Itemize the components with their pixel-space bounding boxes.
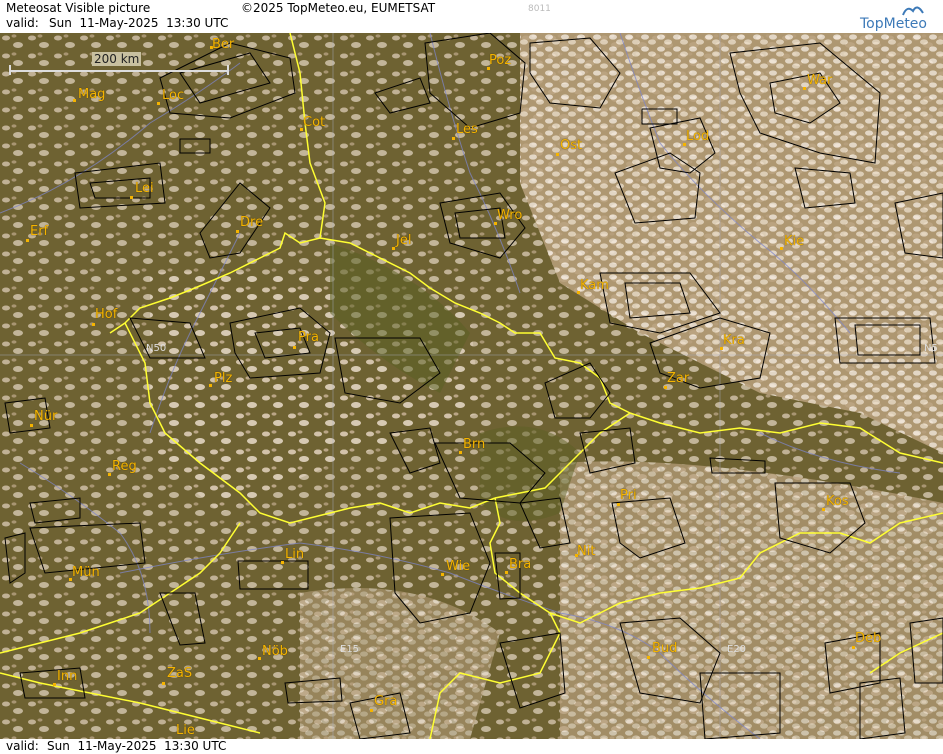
city-bra: Bra [509, 557, 532, 572]
city-marker [852, 646, 855, 649]
city-marker [459, 451, 462, 454]
city-deb: Deb [855, 631, 882, 646]
product-code: 8011 [528, 4, 551, 14]
copyright-text: ©2025 TopMeteo.eu, EUMETSAT [241, 1, 436, 15]
city-cot: Cot [303, 115, 326, 130]
lon-label-e20: E20 [727, 644, 747, 655]
city-marker [209, 384, 212, 387]
city-marker [281, 561, 284, 564]
city-marker [664, 386, 667, 389]
city-ost: Ost [560, 138, 583, 153]
city-nur: Nür [34, 409, 58, 424]
city-marker [556, 153, 559, 156]
city-pri: Pri [620, 488, 637, 503]
city-marker [108, 473, 111, 476]
city-marker [130, 196, 133, 199]
city-lie: Lie [176, 723, 195, 738]
lon-label-e15: E15 [340, 644, 360, 655]
city-marker [647, 656, 650, 659]
city-marker [505, 571, 508, 574]
city-mun: Mün [72, 565, 100, 580]
city-pra: Pra [298, 330, 319, 345]
city-marker [822, 508, 825, 511]
city-gra: Gra [374, 694, 398, 709]
map-canvas [0, 33, 943, 739]
city-marker [30, 424, 33, 427]
scale-label: 200 km [92, 52, 142, 66]
city-plz: Plz [214, 371, 233, 386]
city-les: Les [456, 122, 478, 137]
valid-time: Sun 11-May-2025 13:30 UTC [49, 16, 229, 30]
satellite-map: 200 km N50 N5 E15 E20 Ber Mag Loc Cot Po… [0, 33, 943, 739]
city-lei: Lei [135, 181, 154, 196]
footer-valid-time: Sun 11-May-2025 13:30 UTC [47, 739, 227, 753]
city-brn: Brn [463, 437, 486, 452]
city-jel: Jel [396, 233, 412, 248]
logo-icon [902, 6, 924, 16]
product-title: Meteosat Visible picture [6, 1, 151, 15]
city-marker [452, 137, 455, 140]
city-marker [293, 346, 296, 349]
lat-label-n50-right: N5 [924, 343, 938, 354]
city-marker [392, 247, 395, 250]
footer-bar: valid: Sun 11-May-2025 13:30 UTC [0, 739, 943, 754]
valid-label: valid: [6, 16, 39, 30]
city-kie: Kie [784, 234, 805, 249]
city-marker [780, 247, 783, 250]
city-nit: Nit [577, 544, 596, 559]
city-erf: Erf [30, 224, 49, 239]
city-marker [258, 657, 261, 660]
city-marker [162, 682, 165, 685]
city-zas: ZaS [167, 666, 193, 681]
city-kos: Kos [826, 494, 849, 509]
city-marker [73, 99, 76, 102]
city-bud: Bud [652, 641, 678, 656]
city-reg: Reg [112, 459, 137, 474]
city-inn: Inn [57, 669, 78, 684]
city-poz: Poz [489, 53, 512, 68]
city-marker [441, 573, 444, 576]
city-war: War [807, 73, 833, 88]
city-zar: Zar [667, 371, 690, 386]
city-lod: Lod [686, 129, 710, 144]
city-marker [92, 323, 95, 326]
city-kam: Kam [580, 278, 609, 293]
city-marker [236, 230, 239, 233]
city-mag: Mag [78, 87, 106, 102]
city-wie: Wie [446, 559, 471, 574]
city-marker [53, 683, 56, 686]
city-marker [370, 709, 373, 712]
city-dre: Dre [240, 215, 264, 230]
city-marker [617, 503, 620, 506]
city-kra: Kra [723, 333, 745, 348]
city-marker [157, 102, 160, 105]
logo-text: TopMeteo [860, 16, 927, 32]
city-ber: Ber [212, 37, 235, 52]
header-bar: Meteosat Visible picture ©2025 TopMeteo.… [0, 0, 943, 34]
city-lin: Lin [285, 547, 305, 562]
city-loc: Loc [162, 88, 185, 103]
city-nob: Nöb [262, 644, 288, 659]
city-wro: Wro [497, 208, 523, 223]
city-hof: Hof [95, 307, 118, 322]
city-marker [803, 87, 806, 90]
city-marker [26, 239, 29, 242]
footer-valid-label: valid: [6, 739, 39, 753]
lat-label-n50: N50 [146, 343, 167, 354]
